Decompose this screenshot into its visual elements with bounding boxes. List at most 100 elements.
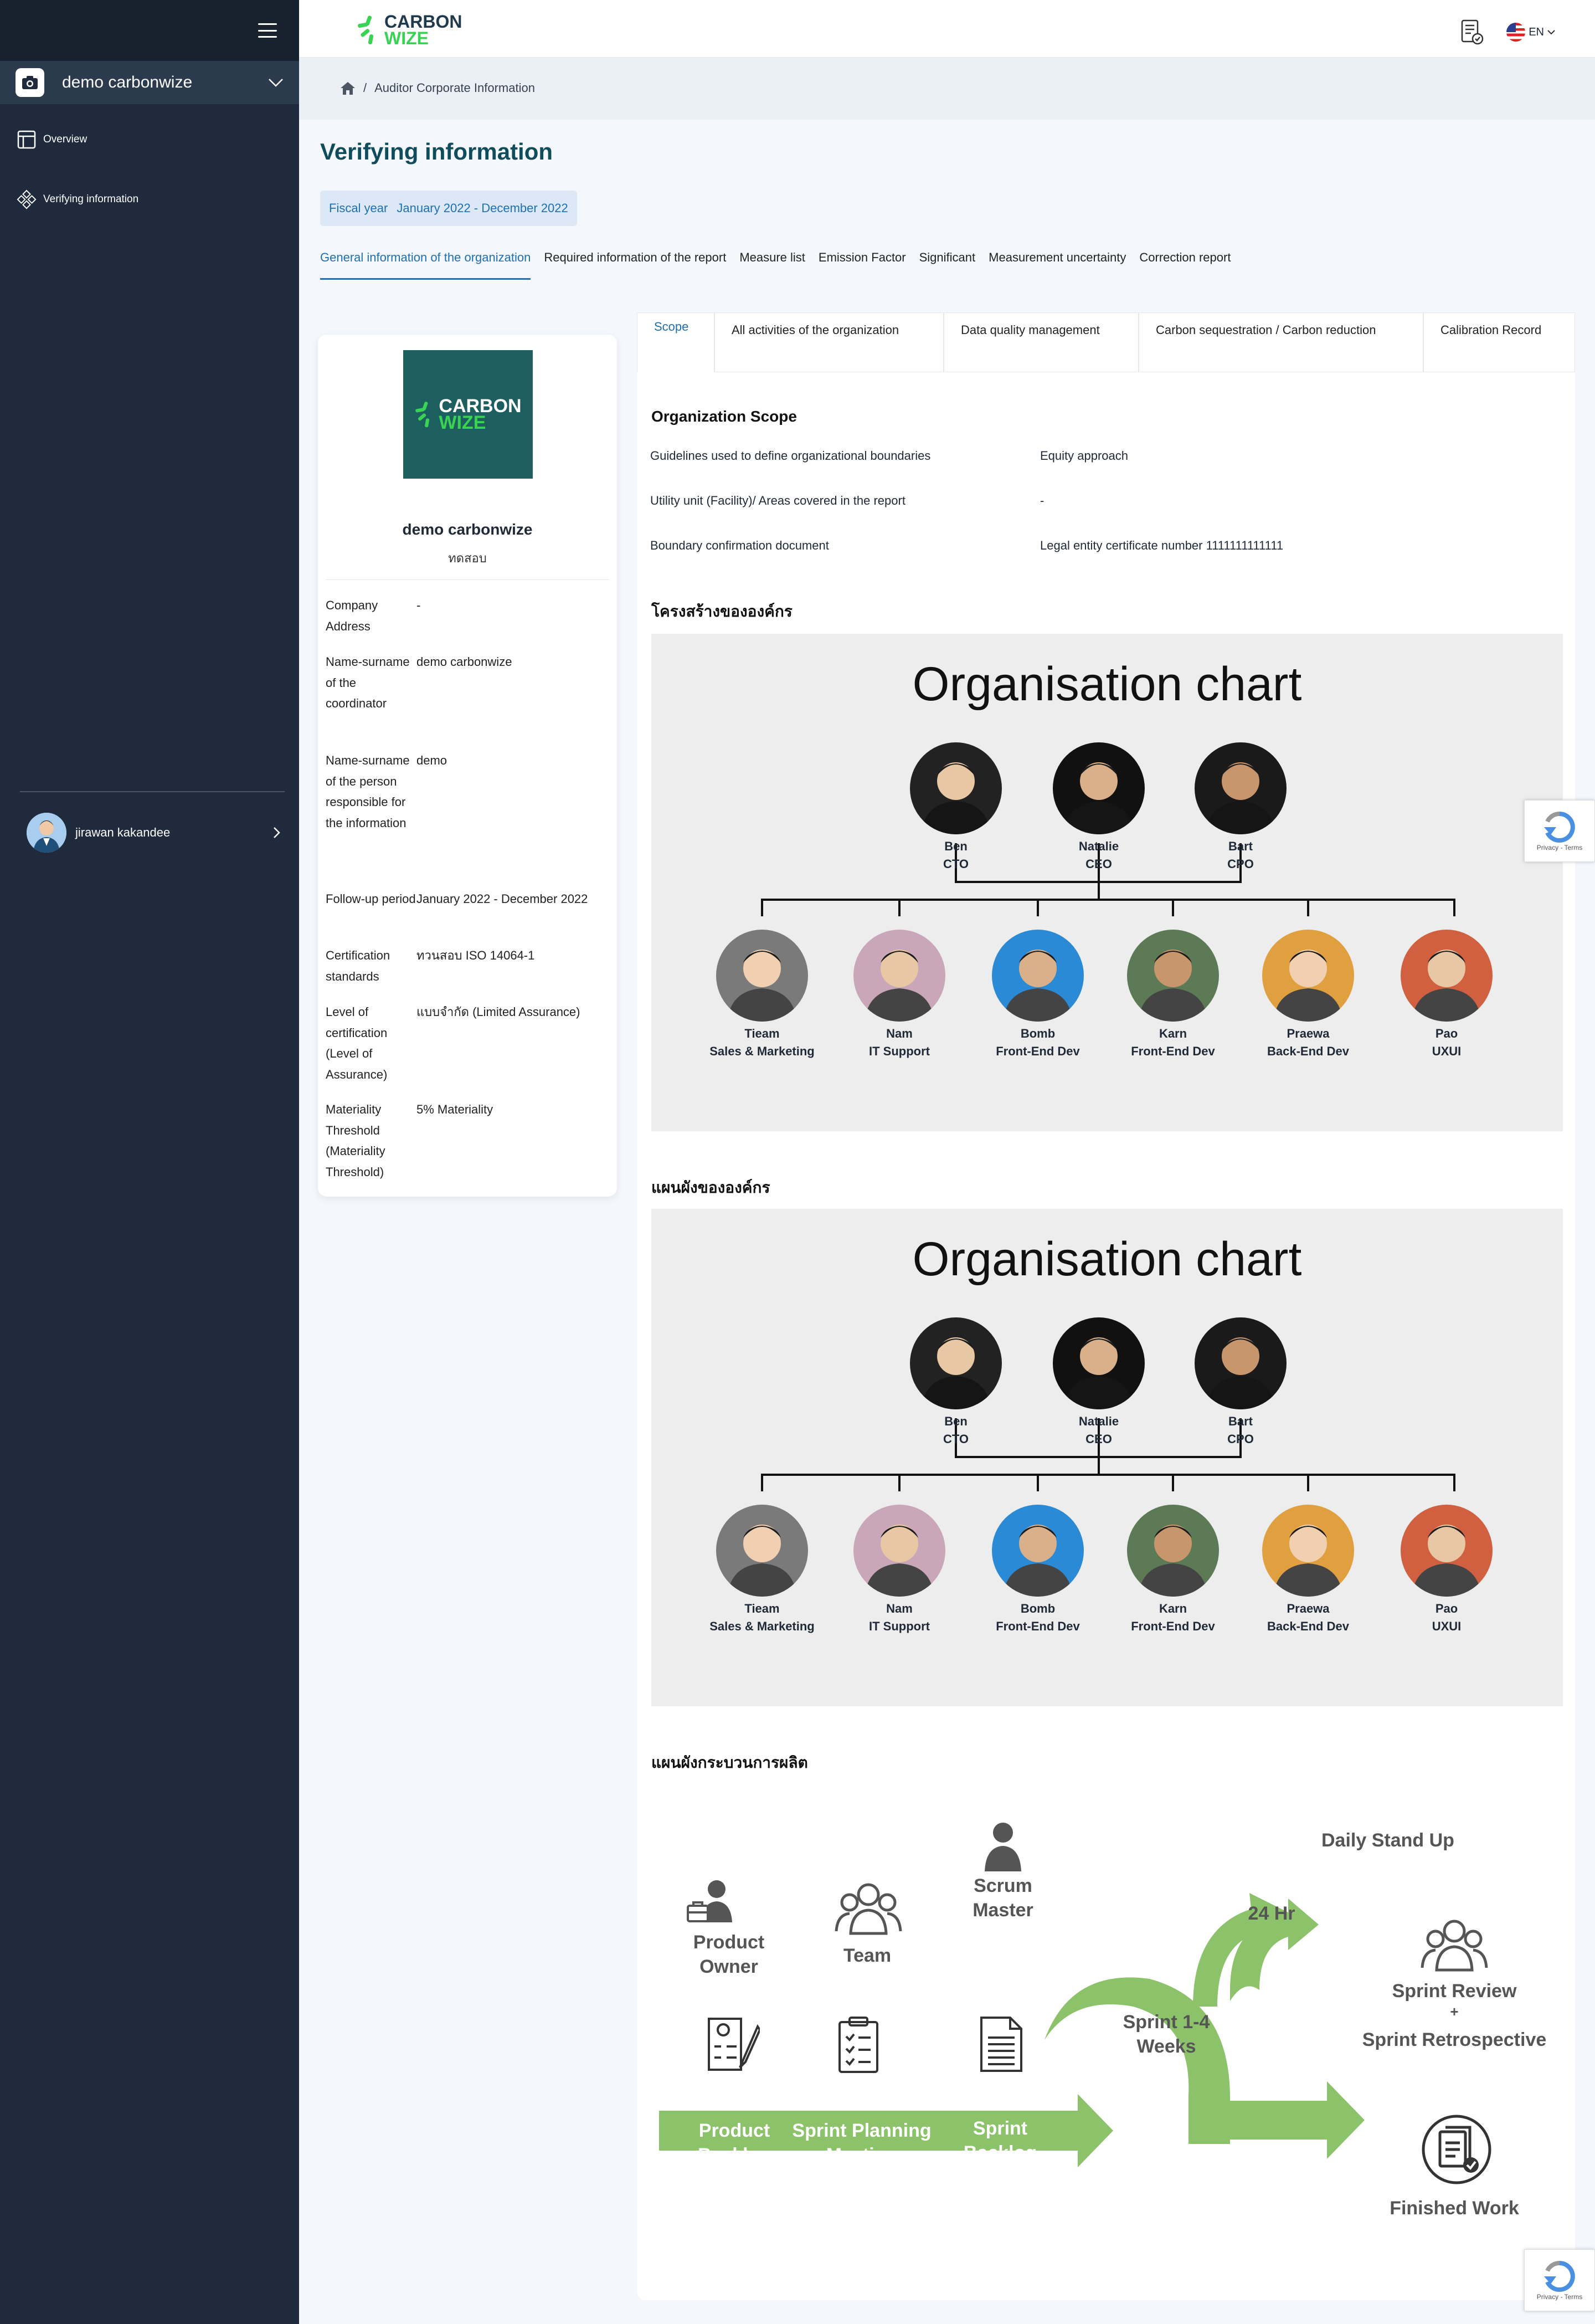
org-person: Nam IT Support: [827, 1505, 971, 1635]
subtab-carbon-sequestration[interactable]: Carbon sequestration / Carbon reduction: [1139, 312, 1423, 372]
menu-icon[interactable]: [258, 23, 277, 38]
process-label: Finished Work: [1390, 2198, 1519, 2219]
process-label: Scrum Master: [973, 1875, 1033, 1921]
sidebar-item-overview[interactable]: Overview: [0, 123, 299, 156]
breadcrumb-current: Auditor Corporate Information: [374, 81, 535, 95]
company-name: demo carbonwize: [402, 521, 533, 538]
info-value: แบบจำกัด (Limited Assurance): [416, 1005, 580, 1019]
main-tabs: General information of the organization …: [320, 250, 1231, 280]
info-value: January 2022 - December 2022: [416, 892, 588, 906]
logo-text-1: CARBON: [384, 12, 462, 32]
process-label: Sprint Retrospective: [1362, 2029, 1547, 2050]
person-role: CTO: [943, 1432, 969, 1446]
chevron-down-icon: [1547, 30, 1555, 35]
company-subtitle: ทดสอบ: [448, 551, 487, 565]
scrum-master-icon: [985, 1823, 1021, 1871]
tab-significant[interactable]: Significant: [919, 250, 976, 280]
user-profile[interactable]: jirawan kakandee: [27, 813, 281, 853]
sidebar-item-verifying[interactable]: Verifying information: [0, 183, 299, 216]
person-role: IT Support: [869, 1619, 930, 1633]
breadcrumb: / Auditor Corporate Information: [340, 81, 535, 95]
person-role: Front-End Dev: [996, 1044, 1080, 1058]
subtab-all-activities[interactable]: All activities of the organization: [714, 312, 944, 372]
review-team-icon: [1421, 1920, 1488, 1972]
process-label: +: [1450, 2003, 1459, 2020]
breadcrumb-separator: /: [363, 81, 367, 95]
scope-key: Utility unit (Facility)/ Areas covered i…: [650, 494, 905, 507]
org-name: demo carbonwize: [62, 73, 193, 91]
sidebar-item-label: Overview: [43, 134, 88, 145]
org-person: Praewa Back-End Dev: [1236, 930, 1380, 1060]
person-name: Pao: [1435, 1027, 1458, 1040]
info-value: demo carbonwize: [416, 655, 512, 669]
person-name: Natalie: [1078, 1414, 1119, 1428]
org-selector[interactable]: demo carbonwize: [0, 61, 299, 104]
org-person: Tieam Sales & Marketing: [690, 1505, 834, 1635]
info-key: Materiality Threshold (Materiality Thres…: [326, 1102, 385, 1179]
person-name: Bomb: [1020, 1602, 1056, 1615]
sidebar-header: [0, 0, 299, 61]
person-name: Tieam: [744, 1602, 780, 1615]
info-value: ทวนสอบ ISO 14064-1: [416, 948, 535, 962]
scope-value: Equity approach: [1040, 449, 1128, 463]
brand-logo[interactable]: CARBON WIZE: [357, 13, 462, 47]
org-chart-image: Organisation chart Ben CTO Natalie CEO Bart CP…: [651, 1209, 1563, 1706]
person-name: Bart: [1228, 1414, 1253, 1428]
tab-correction-report[interactable]: Correction report: [1139, 250, 1231, 280]
process-label: Sprint Planning Meeting: [792, 2120, 932, 2166]
recaptcha-badge[interactable]: Privacy - Terms: [1524, 2249, 1595, 2311]
process-label: Sprint 1-4 Weeks: [1123, 2012, 1210, 2057]
person-role: Back-End Dev: [1267, 1044, 1349, 1058]
fiscal-year-value: January 2022 - December 2022: [397, 201, 568, 215]
info-key: Company Address: [326, 598, 378, 633]
tab-emission-factor[interactable]: Emission Factor: [819, 250, 906, 280]
process-label: Sprint Review: [1392, 1981, 1517, 2002]
recaptcha-icon: [1544, 811, 1575, 843]
org-chart-image: Organisation chart Ben CTO Natalie CEO Bart CP…: [651, 634, 1563, 1131]
tab-general-info[interactable]: General information of the organization: [320, 250, 531, 280]
subtab-data-quality[interactable]: Data quality management: [944, 312, 1139, 372]
info-row: Certification standards ทวนสอบ ISO 14064-…: [326, 945, 608, 987]
org-structure-title: โครงสร้างขององค์กร: [651, 603, 793, 620]
info-value: demo: [416, 753, 447, 767]
tab-required-info[interactable]: Required information of the report: [544, 250, 726, 280]
subtab-scope[interactable]: Scope: [637, 312, 714, 372]
person-role: Back-End Dev: [1267, 1619, 1349, 1633]
info-value: -: [416, 598, 421, 612]
report-icon[interactable]: [1460, 19, 1484, 45]
person-photo: [716, 1505, 808, 1597]
person-photo: [716, 930, 808, 1022]
planning-checklist-icon: [838, 2017, 878, 2073]
person-photo: [1262, 1505, 1354, 1597]
person-role: CTO: [943, 857, 969, 871]
person-photo: [1053, 1317, 1145, 1409]
home-icon[interactable]: [340, 81, 356, 95]
org-person: Bart CPO: [1169, 742, 1313, 873]
info-key: Name-surname of the person responsible f…: [326, 753, 410, 830]
tab-measure-list[interactable]: Measure list: [739, 250, 805, 280]
topbar: CARBON WIZE EN: [299, 0, 1595, 58]
info-key: Level of certification (Level of Assuran…: [326, 1005, 388, 1081]
org-person: Ben CTO: [884, 742, 1028, 873]
avatar: [27, 813, 66, 853]
info-key: Certification standards: [326, 948, 390, 983]
sprint-backlog-icon: [980, 2017, 1022, 2072]
info-row: Level of certification (Level of Assuran…: [326, 1002, 608, 1085]
org-person: Pao UXUI: [1375, 930, 1519, 1060]
tab-measurement-uncertainty[interactable]: Measurement uncertainty: [989, 250, 1126, 280]
org-person: Karn Front-End Dev: [1101, 930, 1245, 1060]
person-photo: [992, 1505, 1084, 1597]
scope-value: -: [1040, 494, 1045, 507]
person-name: Pao: [1435, 1602, 1458, 1615]
person-name: Bomb: [1020, 1027, 1056, 1040]
recaptcha-text: Privacy - Terms: [1536, 844, 1583, 851]
info-row: Follow-up period January 2022 - December …: [326, 889, 608, 910]
scope-key: Boundary confirmation document: [650, 538, 829, 552]
info-row: Name-surname of the coordinator demo carb…: [326, 651, 608, 714]
recaptcha-text: Privacy - Terms: [1536, 2293, 1583, 2301]
recaptcha-badge[interactable]: Privacy - Terms: [1524, 800, 1595, 862]
person-photo: [992, 930, 1084, 1022]
language-selector[interactable]: EN: [1506, 23, 1555, 42]
process-label: Product Owner: [693, 1932, 765, 1977]
subtab-calibration-record[interactable]: Calibration Record: [1423, 312, 1575, 372]
